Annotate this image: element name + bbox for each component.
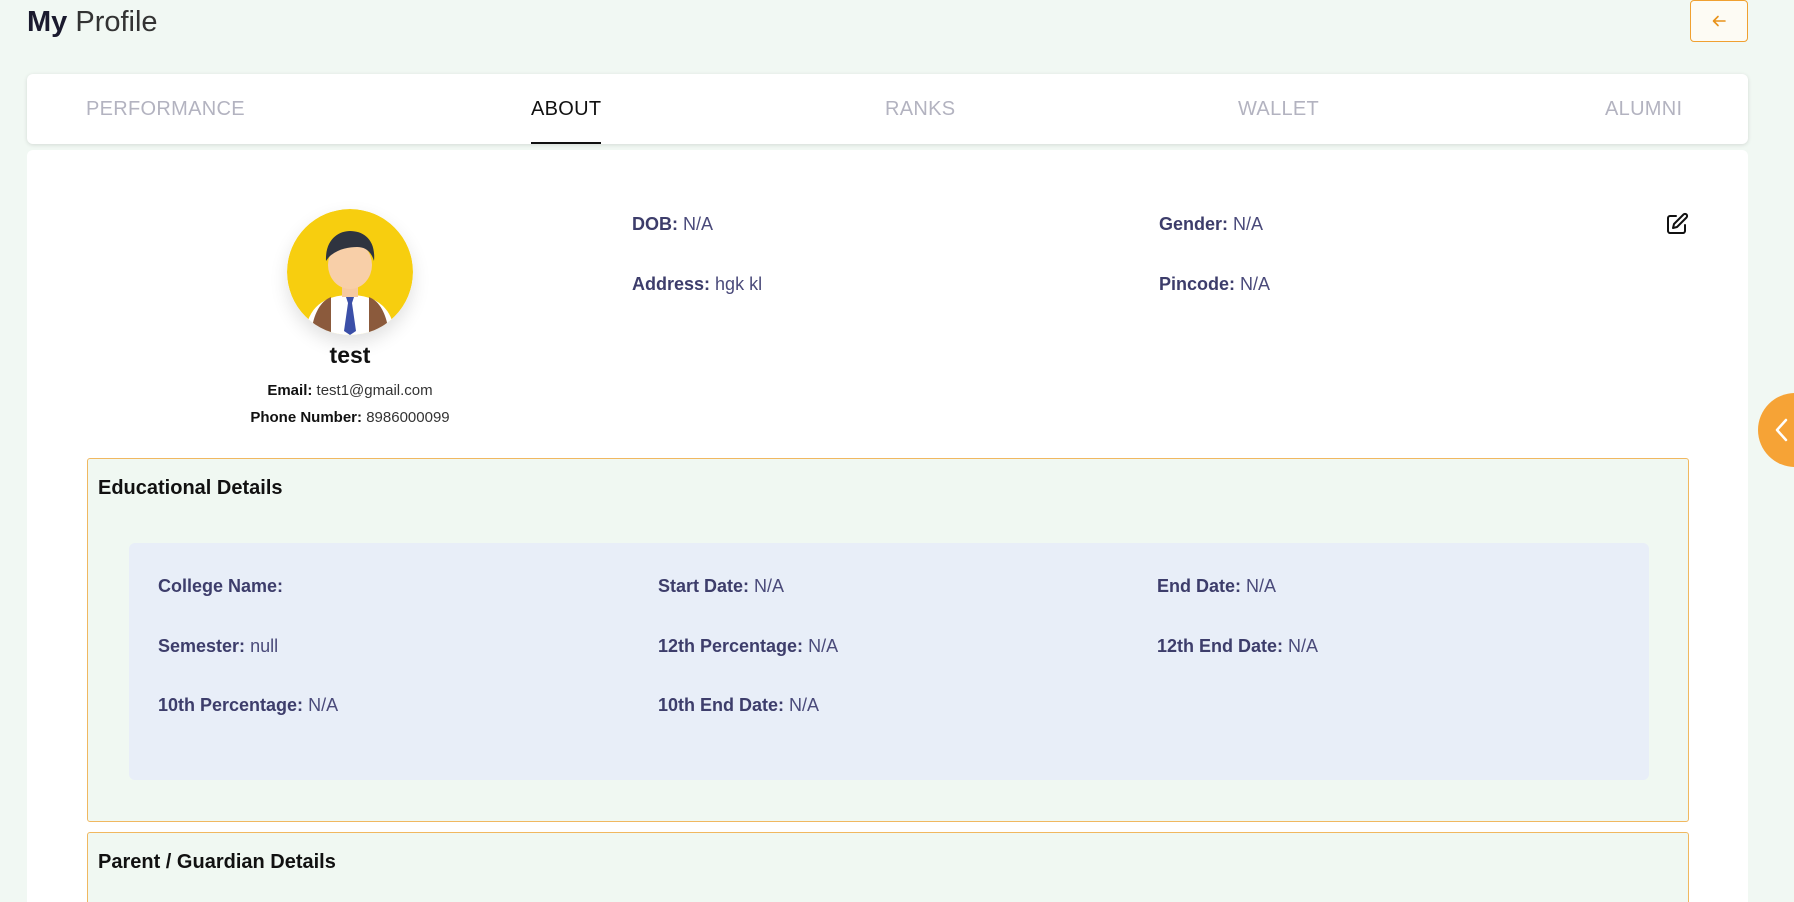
tab-wallet[interactable]: WALLET bbox=[1238, 74, 1319, 144]
tab-alumni[interactable]: ALUMNI bbox=[1605, 74, 1682, 144]
tab-bar: PERFORMANCE ABOUT RANKS WALLET ALUMNI bbox=[27, 74, 1748, 144]
email-value: test1@gmail.com bbox=[316, 382, 433, 399]
pincode-label: Pincode: bbox=[1159, 274, 1236, 294]
phone-label: Phone Number: bbox=[250, 409, 363, 426]
page-title-light: Profile bbox=[75, 6, 158, 38]
semester-field: Semester: null bbox=[158, 636, 278, 657]
start-date-field: Start Date: N/A bbox=[658, 576, 784, 597]
back-button[interactable] bbox=[1690, 0, 1748, 42]
end-date-label: End Date: bbox=[1157, 576, 1242, 596]
10th-percentage-label: 10th Percentage: bbox=[158, 695, 304, 715]
address-label: Address: bbox=[632, 274, 711, 294]
address-field: Address: hgk kl bbox=[632, 274, 762, 295]
10th-end-date-value: N/A bbox=[789, 695, 820, 715]
gender-value: N/A bbox=[1233, 214, 1264, 234]
college-field: College Name: bbox=[158, 576, 283, 597]
student-avatar-icon bbox=[287, 209, 413, 335]
12th-end-date-label: 12th End Date: bbox=[1157, 636, 1284, 656]
dob-label: DOB: bbox=[632, 214, 678, 234]
tab-about[interactable]: ABOUT bbox=[531, 74, 602, 144]
side-panel-toggle[interactable] bbox=[1758, 393, 1794, 467]
semester-label: Semester: bbox=[158, 636, 246, 656]
pincode-field: Pincode: N/A bbox=[1159, 274, 1270, 295]
10th-percentage-field: 10th Percentage: N/A bbox=[158, 695, 338, 716]
12th-end-date-field: 12th End Date: N/A bbox=[1157, 636, 1318, 657]
address-value: hgk kl bbox=[715, 274, 763, 294]
gender-label: Gender: bbox=[1159, 214, 1229, 234]
12th-percentage-field: 12th Percentage: N/A bbox=[658, 636, 838, 657]
end-date-field: End Date: N/A bbox=[1157, 576, 1276, 597]
profile-name: test bbox=[329, 342, 371, 368]
guardian-details-section: Parent / Guardian Details bbox=[87, 832, 1689, 902]
college-label: College Name: bbox=[158, 576, 284, 596]
educational-details-panel: College Name: Start Date: N/A End Date: … bbox=[129, 543, 1649, 780]
10th-end-date-field: 10th End Date: N/A bbox=[658, 695, 819, 716]
10th-end-date-label: 10th End Date: bbox=[658, 695, 785, 715]
educational-details-title: Educational Details bbox=[98, 477, 283, 499]
semester-value: null bbox=[250, 636, 279, 656]
edit-icon[interactable] bbox=[1665, 212, 1689, 236]
profile-phone: Phone Number: 8986000099 bbox=[150, 409, 550, 426]
chevron-left-icon bbox=[1775, 418, 1788, 442]
12th-percentage-label: 12th Percentage: bbox=[658, 636, 804, 656]
tab-ranks[interactable]: RANKS bbox=[885, 74, 955, 144]
profile-page: My Profile PERFORMANCE ABOUT RANKS WALLE… bbox=[0, 0, 1794, 902]
start-date-label: Start Date: bbox=[658, 576, 750, 596]
phone-value: 8986000099 bbox=[366, 409, 450, 426]
gender-field: Gender: N/A bbox=[1159, 214, 1263, 235]
profile-email: Email: test1@gmail.com bbox=[150, 382, 550, 399]
tab-performance[interactable]: PERFORMANCE bbox=[86, 74, 245, 144]
pincode-value: N/A bbox=[1240, 274, 1271, 294]
email-label: Email: bbox=[267, 382, 313, 399]
end-date-value: N/A bbox=[1246, 576, 1277, 596]
12th-end-date-value: N/A bbox=[1288, 636, 1319, 656]
guardian-details-title: Parent / Guardian Details bbox=[98, 851, 336, 873]
avatar bbox=[287, 209, 413, 335]
arrow-left-icon bbox=[1712, 15, 1726, 27]
page-title-strong: My bbox=[27, 6, 68, 38]
page-title: My Profile bbox=[27, 4, 158, 40]
dob-value: N/A bbox=[683, 214, 714, 234]
10th-percentage-value: N/A bbox=[308, 695, 339, 715]
12th-percentage-value: N/A bbox=[808, 636, 839, 656]
educational-details-section: Educational Details College Name: Start … bbox=[87, 458, 1689, 822]
start-date-value: N/A bbox=[754, 576, 785, 596]
dob-field: DOB: N/A bbox=[632, 214, 713, 235]
